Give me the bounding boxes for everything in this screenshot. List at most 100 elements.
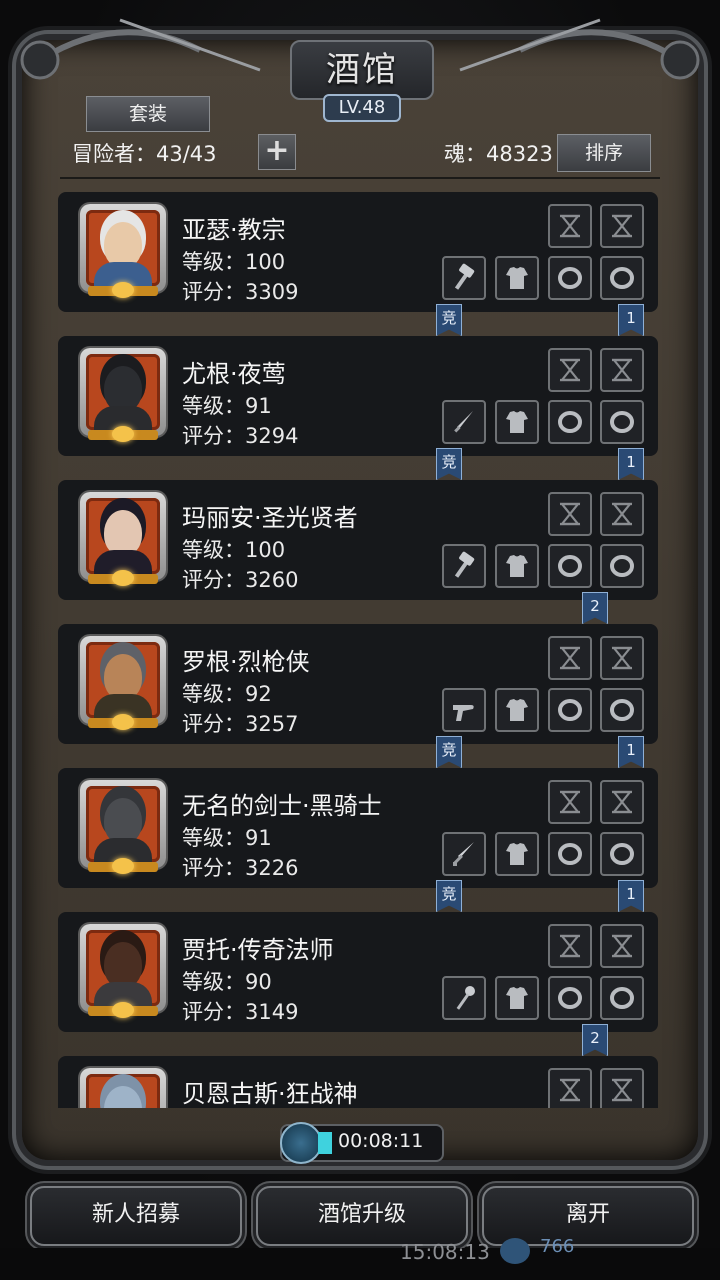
portrait-image [86,1074,160,1108]
hourglass-slot-icon[interactable] [600,780,644,824]
hero-score: 评分：3294 [182,424,299,448]
ring-icon[interactable] [600,256,644,300]
hero-card[interactable]: 亚瑟·教宗 等级：100 评分：3309 [58,192,658,312]
hero-name: 罗根·烈枪侠 [182,648,310,676]
portrait-image [86,786,160,862]
hero-score: 评分：3309 [182,280,299,304]
sword-icon[interactable] [442,832,486,876]
page-title: 酒馆 [290,40,434,100]
gem-icon [500,1238,530,1264]
hero-portrait[interactable] [80,636,166,730]
hero-score: 评分：3260 [182,568,299,592]
hourglass-slot-icon[interactable] [600,348,644,392]
hourglass-slot-icon[interactable] [600,636,644,680]
hero-tag-badge: 2 [582,1024,608,1056]
hourglass-slot-icon[interactable] [548,780,592,824]
hero-list[interactable]: 亚瑟·教宗 等级：100 评分：3309 竞 1 尤根·夜莺 等级：91 评分：3… [58,184,666,1108]
hero-tag-badge: 1 [618,304,644,336]
hourglass-slot-icon[interactable] [548,204,592,248]
moon-icon [112,1002,134,1018]
game-clock: 15:08:13 [400,1240,490,1264]
gem-count: 766 [540,1236,575,1257]
hero-level: 等级：100 [182,250,286,274]
hero-tag-badge: 1 [618,880,644,912]
staff-icon[interactable] [442,976,486,1020]
pistol-icon[interactable] [442,688,486,732]
portrait-image [86,642,160,718]
hero-score: 评分：3257 [182,712,299,736]
ring-icon[interactable] [548,832,592,876]
moon-icon [112,714,134,730]
hourglass-slot-icon[interactable] [548,924,592,968]
moon-icon [112,570,134,586]
hammer-icon[interactable] [442,544,486,588]
sort-button[interactable]: 排序 [557,134,651,172]
hero-portrait[interactable] [80,780,166,874]
ring-icon[interactable] [548,688,592,732]
hero-portrait[interactable] [80,924,166,1018]
hero-card[interactable]: 贝恩古斯·狂战神 [58,1056,658,1108]
armor-icon[interactable] [495,400,539,444]
clock-icon [280,1122,322,1164]
ring-icon[interactable] [600,544,644,588]
armor-icon[interactable] [495,544,539,588]
hero-name: 贾托·传奇法师 [182,936,334,964]
armor-icon[interactable] [495,976,539,1020]
timer-text: 00:08:11 [338,1130,424,1152]
portrait-image [86,930,160,1006]
armor-icon[interactable] [495,832,539,876]
hero-name: 玛丽安·圣光贤者 [182,504,358,532]
moon-icon [112,858,134,874]
portrait-image [86,210,160,286]
leave-button[interactable]: 离开 [482,1186,694,1246]
ring-icon[interactable] [548,400,592,444]
hourglass-slot-icon[interactable] [600,492,644,536]
hero-name: 尤根·夜莺 [182,360,286,388]
ring-icon[interactable] [600,400,644,444]
dagger-icon[interactable] [442,400,486,444]
hourglass-slot-icon[interactable] [600,1068,644,1108]
hourglass-slot-icon[interactable] [548,348,592,392]
hourglass-slot-icon[interactable] [548,1068,592,1108]
armor-icon[interactable] [495,256,539,300]
hourglass-slot-icon[interactable] [548,492,592,536]
hero-level: 等级：100 [182,538,286,562]
ring-icon[interactable] [548,544,592,588]
hammer-icon[interactable] [442,256,486,300]
suit-button[interactable]: 套装 [86,96,210,132]
hero-score: 评分：3226 [182,856,299,880]
hero-card[interactable]: 无名的剑士·黑骑士 等级：91 评分：3226 [58,768,658,888]
hero-portrait[interactable] [80,492,166,586]
hero-name: 亚瑟·教宗 [182,216,286,244]
add-slot-button[interactable]: + [258,134,296,170]
ring-icon[interactable] [600,976,644,1020]
hourglass-slot-icon[interactable] [600,924,644,968]
hero-name: 贝恩古斯·狂战神 [182,1080,358,1108]
hero-tag-badge: 1 [618,448,644,480]
hourglass-slot-icon[interactable] [548,636,592,680]
hero-name: 无名的剑士·黑骑士 [182,792,382,820]
hero-card[interactable]: 贾托·传奇法师 等级：90 评分：3149 [58,912,658,1032]
recruit-button[interactable]: 新人招募 [30,1186,242,1246]
hero-level: 等级：90 [182,970,272,994]
hourglass-slot-icon[interactable] [600,204,644,248]
hero-card[interactable]: 罗根·烈枪侠 等级：92 评分：3257 [58,624,658,744]
hero-portrait[interactable] [80,1068,166,1108]
hero-level: 等级：92 [182,682,272,706]
hero-card[interactable]: 尤根·夜莺 等级：91 评分：3294 [58,336,658,456]
hero-portrait[interactable] [80,348,166,442]
hero-score: 评分：3149 [182,1000,299,1024]
ring-icon[interactable] [548,976,592,1020]
hero-tag-badge: 竞 [436,448,462,480]
armor-icon[interactable] [495,688,539,732]
ring-icon[interactable] [548,256,592,300]
hero-tag-badge: 竞 [436,304,462,336]
ring-icon[interactable] [600,688,644,732]
hero-card[interactable]: 玛丽安·圣光贤者 等级：100 评分：3260 [58,480,658,600]
moon-icon [112,282,134,298]
hero-tag-badge: 1 [618,736,644,768]
ring-icon[interactable] [600,832,644,876]
upgrade-tavern-button[interactable]: 酒馆升级 [256,1186,468,1246]
timer-progress [318,1132,332,1154]
hero-portrait[interactable] [80,204,166,298]
